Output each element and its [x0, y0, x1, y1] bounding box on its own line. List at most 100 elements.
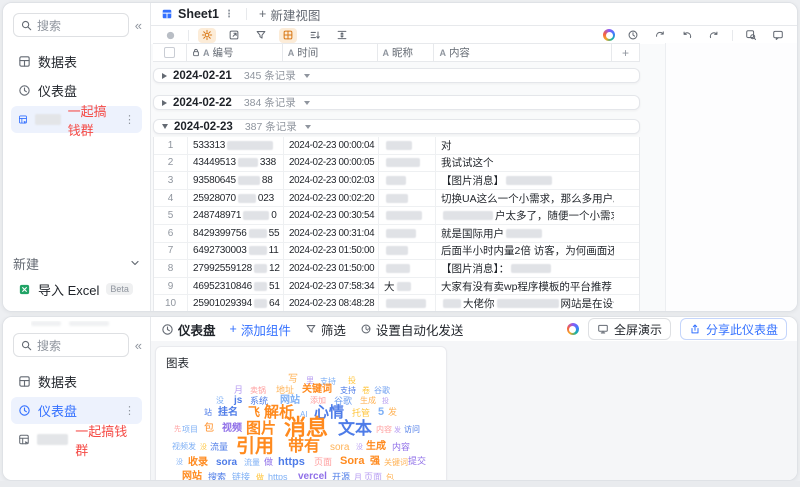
wordcloud-word: https [268, 472, 288, 481]
wordcloud-word: 网站 [182, 471, 202, 481]
wordcloud-word: 带有 [288, 438, 321, 455]
new-view-button[interactable]: + 新建视图 [259, 5, 320, 24]
sidebar-item-label: 一起搞钱群 [75, 423, 128, 458]
filter-icon[interactable] [252, 28, 270, 43]
tab-sheet1[interactable]: Sheet1 ⋮ [161, 7, 234, 21]
column-header-nickname[interactable]: A 昵称 [378, 44, 435, 61]
caret-down-icon[interactable] [303, 100, 310, 105]
cell-text: 户太多了，随便一个小需求 就会很... [495, 210, 614, 223]
table-row[interactable]: 3 93580645 88 2024-02-23 00:02:03 【图片消息】 [154, 172, 639, 190]
wordcloud-word: 视频发 [172, 442, 196, 451]
dashboard-toolbar: 仪表盘 + 添加组件 筛选 设置自动化发送 全屏演示 分享此仪表盘 [151, 317, 797, 341]
add-field-button[interactable]: + [612, 44, 639, 61]
table-row[interactable]: 6 8429399756 55 2024-02-23 00:31:04 就是国际用户 [154, 224, 639, 243]
history-icon[interactable] [624, 28, 642, 43]
cell-text: 【图片消息】 [441, 174, 504, 187]
redacted-text [386, 263, 410, 273]
caret-down-icon[interactable] [162, 124, 168, 129]
wordcloud-word: 视频 [222, 423, 242, 434]
wordcloud-word: js [234, 395, 243, 406]
wordcloud-word: 流量 [244, 458, 260, 467]
table-row[interactable]: 1 533313 2024-02-23 00:00:04 对 [154, 137, 639, 155]
table-row[interactable]: 2 43449513 338 2024-02-23 00:00:05 我试试这个 [154, 154, 639, 173]
wordcloud-word: 关键词 [384, 458, 408, 467]
redacted-text [227, 140, 274, 150]
sidebar-item-group-table[interactable]: 一起搞钱群 [11, 424, 142, 458]
sort-icon[interactable] [306, 28, 324, 43]
wordcloud-word: sora [330, 442, 350, 453]
ai-assistant-icon[interactable] [603, 29, 615, 41]
sync-icon[interactable] [651, 28, 669, 43]
group-row-2024-02-21[interactable]: 2024-02-21 345 条记录 [153, 68, 640, 83]
table-row[interactable]: 4 25928070 023 2024-02-23 00:02:20 切换UA这么一个小… [154, 189, 639, 208]
import-excel-button[interactable]: 导入 Excel Beta [11, 275, 142, 303]
cell-text: 大 [384, 280, 395, 293]
search-input[interactable]: 搜索 [13, 333, 129, 357]
caret-down-icon[interactable] [303, 73, 310, 78]
cell-text: 46952310846 [193, 280, 252, 292]
row-height-icon[interactable] [333, 28, 351, 43]
group-row-2024-02-22[interactable]: 2024-02-22 384 条记录 [153, 95, 640, 110]
table-row[interactable]: 5 248748971 0 2024-02-23 00:30:54 户太多了，随便一个小… [154, 207, 639, 225]
present-button[interactable]: 全屏演示 [587, 318, 671, 340]
caret-right-icon[interactable] [162, 99, 167, 106]
monitor-icon [598, 324, 608, 334]
sidebar-item-group-table[interactable]: 一起搞钱群 ⋮ [11, 104, 142, 138]
find-in-table-icon[interactable] [742, 28, 760, 43]
collapse-sidebar-icon[interactable]: « [135, 19, 142, 32]
text-field-icon: A [439, 47, 446, 58]
column-header-time[interactable]: A 时间 [283, 44, 378, 61]
collapse-sidebar-icon[interactable]: « [135, 339, 142, 352]
import-excel-label: 导入 Excel [38, 282, 100, 298]
wordcloud-word: 包 [386, 473, 394, 481]
more-icon[interactable]: ⋮ [224, 9, 234, 20]
select-all-cell[interactable] [153, 44, 187, 61]
group-count: 387 条记录 [244, 121, 297, 133]
column-label: 时间 [297, 47, 319, 59]
table-row[interactable]: 7 6492730003 11 2024-02-23 01:50:00 后面半小时内量2… [154, 242, 639, 261]
wordcloud-word: 引用 [236, 436, 275, 457]
table-rows: 1 533313 2024-02-23 00:00:04 对 2 43449513 338 2… [153, 137, 640, 311]
undo-icon[interactable] [678, 28, 696, 43]
search-input[interactable]: 搜索 [13, 13, 129, 37]
sidebar-item-datatable[interactable]: 数据表 [11, 48, 142, 75]
table-row[interactable]: 10 25901029394 64 2024-02-23 08:48:28 大佬你 网站是… [154, 295, 639, 311]
table-row[interactable]: 8 27992559128 12 2024-02-23 01:50:00 【图片消息】： [154, 260, 639, 278]
caret-right-icon[interactable] [162, 72, 167, 79]
more-icon[interactable]: ⋮ [124, 113, 135, 126]
filter-label: 筛选 [320, 323, 346, 338]
view-tabbar: Sheet1 ⋮ + 新建视图 [151, 3, 797, 26]
group-row-2024-02-23[interactable]: 2024-02-23 387 条记录 [153, 119, 640, 134]
text-field-icon: A [202, 47, 210, 58]
redacted-text [386, 246, 408, 256]
table-row[interactable]: 9 46952310846 51 2024-02-23 07:58:34 大大家有没有卖… [154, 277, 639, 296]
new-section[interactable]: 新建 [13, 251, 140, 275]
form-view-icon[interactable] [225, 28, 243, 43]
more-icon[interactable]: ⋮ [124, 404, 135, 417]
caret-down-icon[interactable] [304, 124, 311, 129]
filter-button[interactable]: 筛选 [305, 320, 346, 339]
dashboard-main-area: 仪表盘 + 添加组件 筛选 设置自动化发送 全屏演示 分享此仪表盘 图表 写 里… [151, 317, 797, 480]
add-widget-button[interactable]: + 添加组件 [230, 320, 291, 339]
share-dashboard-button[interactable]: 分享此仪表盘 [679, 318, 787, 340]
auto-send-button[interactable]: 设置自动化发送 [360, 320, 463, 339]
cell-text: 大佬你 [463, 298, 495, 311]
table-icon [19, 56, 30, 67]
column-header-content[interactable]: A 内容 [434, 44, 613, 61]
sidebar-item-datatable[interactable]: 数据表 [11, 368, 142, 395]
field-config-icon[interactable] [198, 27, 216, 43]
redo-icon[interactable] [705, 28, 723, 43]
column-header-id[interactable]: A 编号 [187, 44, 283, 61]
redacted-text [36, 434, 69, 445]
page-bottom-strip [0, 481, 800, 487]
filter-icon [306, 325, 316, 333]
share-icon [691, 324, 699, 334]
wordcloud-chart-card[interactable]: 图表 写里支持投月卖锅 地址 关键词 支持卷谷歌没 js 系统 网站 添加 谷歌 生成投站挂名飞解… [155, 346, 447, 481]
view-options-icon[interactable] [161, 28, 179, 43]
dashboard-clock-icon [19, 405, 30, 416]
wordcloud-word: 页面 [314, 457, 333, 467]
ai-assistant-icon[interactable] [566, 323, 579, 335]
group-icon[interactable] [279, 27, 297, 43]
comment-icon[interactable] [769, 28, 787, 43]
checkbox-icon[interactable] [163, 47, 175, 58]
